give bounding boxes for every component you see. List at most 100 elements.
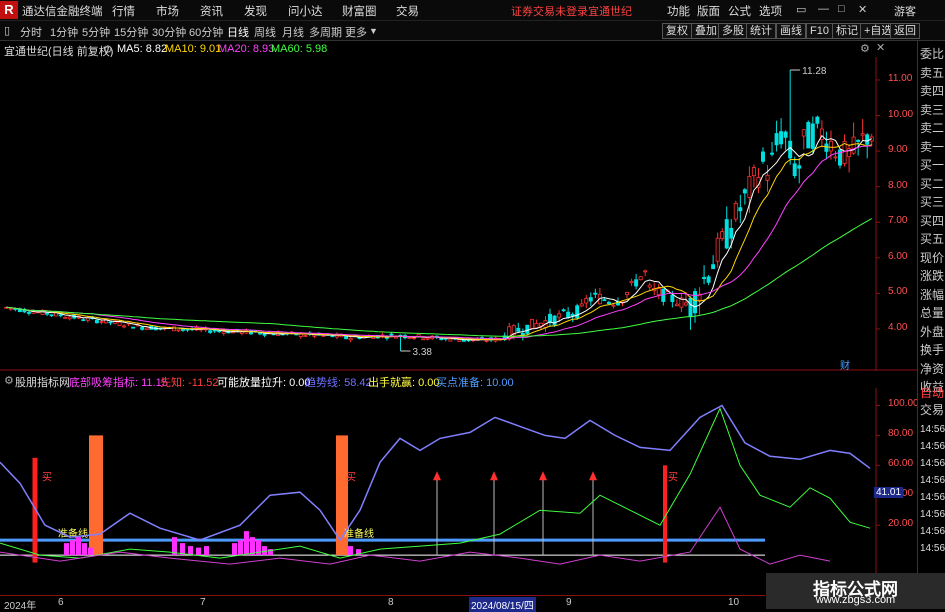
trade-row-time: 14:56	[920, 475, 945, 486]
candle	[733, 200, 738, 223]
date-cursor-label: 2024/08/15/四	[469, 597, 536, 612]
menu-options[interactable]: 选项	[759, 3, 782, 19]
indicator-chart[interactable]: 买买买准备线 准备线	[0, 388, 917, 595]
indicator-current-value: 41.01	[874, 486, 904, 498]
price-axis: 11.00 10.00 9.00 8.00 7.00 6.00 5.00 4.00	[884, 57, 917, 371]
statistics-button[interactable]: 统计	[746, 23, 776, 39]
candle	[421, 338, 426, 341]
menu-ask-xiaoda[interactable]: 问小达	[288, 3, 323, 19]
accumulation-bar	[196, 547, 201, 556]
ma-settings-icon[interactable]: ⚙	[103, 43, 113, 56]
trade-row-time: 14:56	[920, 441, 945, 452]
chart-settings-icon[interactable]: ⚙	[860, 42, 870, 55]
guest-user[interactable]: 游客	[894, 3, 916, 19]
multi-stock-button[interactable]: 多股	[718, 23, 748, 39]
candlestick-chart[interactable]: 11.28 3.38 财	[0, 57, 917, 371]
low-label: 3.38	[412, 347, 432, 358]
quote-tab-7[interactable]: 买二	[920, 175, 945, 193]
period-more[interactable]: 更多	[345, 24, 367, 40]
quote-tab-2[interactable]: 卖四	[920, 82, 945, 100]
quote-tab-13[interactable]: 涨幅	[920, 286, 945, 304]
f10-button[interactable]: F10	[806, 23, 833, 39]
quote-tab-1[interactable]: 卖五	[920, 64, 945, 82]
maximize-icon[interactable]: □	[838, 3, 845, 15]
indicator-tick-label: 60.00	[888, 458, 914, 470]
financial-report-marker: 财	[840, 359, 850, 371]
login-status[interactable]: 证券交易未登录	[511, 3, 588, 19]
trade-tab-1[interactable]: 交易	[920, 401, 945, 419]
menu-layout[interactable]: 版面	[697, 3, 720, 19]
accumulation-bar	[250, 537, 255, 556]
candle	[638, 276, 643, 281]
date-label-year: 2024年	[4, 601, 37, 612]
quote-side-panel: 委比 卖五 卖四 卖三 卖二 卖一 买一 买二 买三 买四 买五 现价 涨跌 涨幅 总量 外盘 换手 净资 收益 自动…	[917, 41, 945, 609]
ma10-value: MA10: 9.01	[165, 43, 222, 55]
menu-functions[interactable]: 功能	[667, 3, 690, 19]
restore-window-icon[interactable]: ▭	[796, 3, 806, 16]
trade-row-time: 14:56	[920, 526, 945, 537]
date-label-oct: 10	[728, 597, 740, 608]
more-dropdown-icon[interactable]: ▼	[369, 26, 378, 36]
draw-line-button[interactable]: 画线	[776, 23, 806, 39]
toolbar-toggle-icon[interactable]: ▯	[4, 24, 10, 37]
accumulation-bar	[64, 543, 69, 556]
close-icon[interactable]: ✕	[858, 3, 867, 16]
date-label-sep: 9	[566, 597, 572, 608]
period-30min[interactable]: 30分钟	[152, 24, 186, 40]
menu-news[interactable]: 资讯	[200, 3, 223, 19]
period-multi[interactable]: 多周期	[309, 24, 342, 40]
quote-tab-6[interactable]: 买一	[920, 156, 945, 174]
quote-tab-12[interactable]: 涨跌	[920, 267, 945, 285]
app-menubar: R 通达信金融终端 行情 市场 资讯 发现 问小达 财富圈 交易 证券交易未登录…	[0, 0, 945, 21]
quote-tab-15[interactable]: 外盘	[920, 323, 945, 341]
menu-market[interactable]: 市场	[156, 3, 179, 19]
quote-tab-8[interactable]: 买三	[920, 193, 945, 211]
trade-row-time: 14:56	[920, 543, 945, 554]
quote-tab-17[interactable]: 净资	[920, 360, 945, 378]
period-monthly[interactable]: 月线	[282, 24, 304, 40]
period-weekly[interactable]: 周线	[254, 24, 276, 40]
period-intraday[interactable]: 分时	[20, 24, 42, 40]
mark-button[interactable]: 标记	[832, 23, 862, 39]
accumulation-bar	[262, 546, 267, 556]
trade-row-time: 14:56	[920, 458, 945, 469]
period-daily[interactable]: 日线	[227, 24, 249, 40]
period-60min[interactable]: 60分钟	[189, 24, 223, 40]
quote-tab-14[interactable]: 总量	[920, 304, 945, 322]
quote-tab-4[interactable]: 卖二	[920, 119, 945, 137]
price-tick-label: 11.00	[888, 72, 913, 84]
overlay-button[interactable]: 叠加	[691, 23, 721, 39]
indicator-bg	[0, 388, 917, 595]
quote-tab-10[interactable]: 买五	[920, 230, 945, 248]
price-tick-label: 10.00	[888, 108, 914, 120]
menu-formula[interactable]: 公式	[728, 3, 751, 19]
menu-trade[interactable]: 交易	[396, 3, 419, 19]
minimize-icon[interactable]: —	[818, 3, 829, 15]
chart-close-icon[interactable]: ✕	[876, 41, 885, 54]
app-title: 通达信金融终端	[22, 6, 103, 18]
trade-row-time: 14:56	[920, 492, 945, 503]
accumulation-bar	[244, 531, 249, 556]
quote-tab-3[interactable]: 卖三	[920, 101, 945, 119]
menu-discover[interactable]: 发现	[244, 3, 267, 19]
watermark-url: www.zbgs3.com	[815, 594, 896, 606]
accumulation-bar	[188, 546, 193, 556]
back-button[interactable]: 返回	[890, 23, 920, 39]
app-logo: R	[0, 1, 18, 19]
quote-tab-16[interactable]: 换手	[920, 341, 945, 359]
quote-tab-5[interactable]: 卖一	[920, 138, 945, 156]
menu-wealth-circle[interactable]: 财富圈	[342, 3, 377, 19]
quote-tab-11[interactable]: 现价	[920, 249, 945, 267]
ma5-value: MA5: 8.82	[117, 43, 168, 55]
menu-quotes[interactable]: 行情	[112, 3, 135, 19]
accumulation-bar	[204, 546, 209, 556]
trade-tab-0[interactable]: 自动	[920, 384, 945, 402]
indicator-settings-icon[interactable]: ⚙	[4, 374, 14, 387]
quote-tab-9[interactable]: 买四	[920, 212, 945, 230]
quote-tab-0[interactable]: 委比	[920, 45, 945, 63]
adjust-price-button[interactable]: 复权	[662, 23, 692, 39]
period-15min[interactable]: 15分钟	[114, 24, 148, 40]
period-5min[interactable]: 5分钟	[82, 24, 110, 40]
candle	[144, 327, 149, 331]
period-1min[interactable]: 1分钟	[50, 24, 78, 40]
